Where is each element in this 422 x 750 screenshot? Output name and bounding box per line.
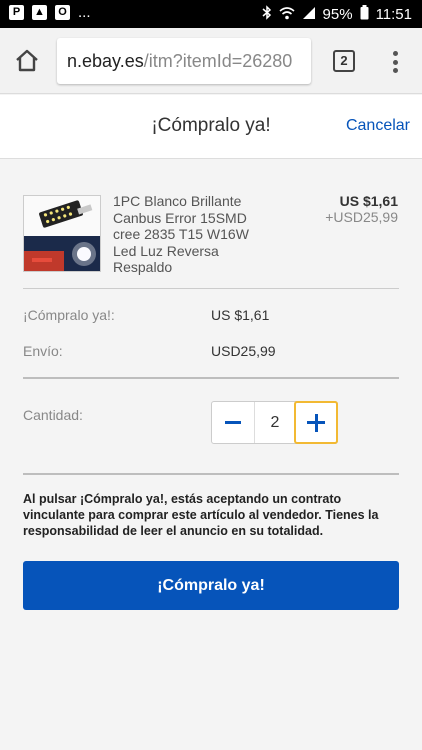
- led-bulb-image: [24, 196, 100, 271]
- browser-menu-button[interactable]: [388, 48, 402, 76]
- more-notifications: ...: [78, 4, 91, 21]
- divider: [23, 473, 399, 475]
- buy-now-price-label: ¡Cómpralo ya!:: [23, 307, 115, 323]
- bluetooth-icon: [262, 5, 272, 23]
- item-price: US $1,61: [339, 193, 398, 209]
- tab-switcher-button[interactable]: 2: [333, 50, 355, 72]
- quantity-stepper: 2: [211, 401, 338, 444]
- home-icon: [16, 49, 38, 72]
- wifi-icon: [279, 6, 295, 23]
- clock: 11:51: [375, 5, 412, 23]
- checkout-header: ¡Cómpralo ya! Cancelar: [0, 95, 422, 159]
- url-path: /itm?itemId=26280: [143, 51, 293, 71]
- menu-dot: [392, 51, 398, 56]
- quantity-value[interactable]: 2: [255, 402, 295, 443]
- paypal-icon: P: [9, 5, 24, 20]
- cancel-link[interactable]: Cancelar: [346, 117, 410, 135]
- buy-now-button[interactable]: ¡Cómpralo ya!: [23, 561, 399, 610]
- menu-dot: [392, 59, 398, 65]
- notification-icons: P ▲ O ...: [9, 5, 91, 20]
- signal-icon: [302, 6, 316, 23]
- battery-icon: [360, 5, 369, 23]
- menu-dot: [392, 68, 398, 73]
- item-title[interactable]: 1PC Blanco Brillante Canbus Error 15SMD …: [113, 193, 263, 276]
- quantity-label: Cantidad:: [23, 407, 83, 423]
- buy-now-price-value: US $1,61: [211, 307, 270, 323]
- gallery-icon: ▲: [32, 5, 47, 20]
- system-icons: 95% 11:51: [262, 5, 412, 23]
- divider: [23, 288, 399, 289]
- battery-level: 95%: [322, 5, 353, 23]
- divider: [23, 377, 399, 379]
- item-thumbnail[interactable]: [23, 195, 101, 272]
- minus-icon: [225, 421, 241, 424]
- home-button[interactable]: [14, 48, 40, 74]
- decrease-quantity-button[interactable]: [212, 402, 255, 443]
- url-bar[interactable]: n.ebay.es/itm?itemId=26280: [57, 38, 311, 84]
- browser-toolbar: n.ebay.es/itm?itemId=26280 2: [0, 28, 422, 94]
- status-bar: P ▲ O ... 95% 11:51: [0, 0, 422, 28]
- increase-quantity-button[interactable]: [294, 401, 338, 444]
- outlook-icon: O: [55, 5, 70, 20]
- item-shipping-cost: +USD25,99: [325, 209, 398, 225]
- shipping-label: Envío:: [23, 343, 63, 359]
- plus-icon: [307, 413, 325, 432]
- shipping-value: USD25,99: [211, 343, 276, 359]
- legal-disclaimer: Al pulsar ¡Cómpralo ya!, estás aceptando…: [23, 492, 379, 538]
- url-host: n.ebay.es: [67, 51, 144, 71]
